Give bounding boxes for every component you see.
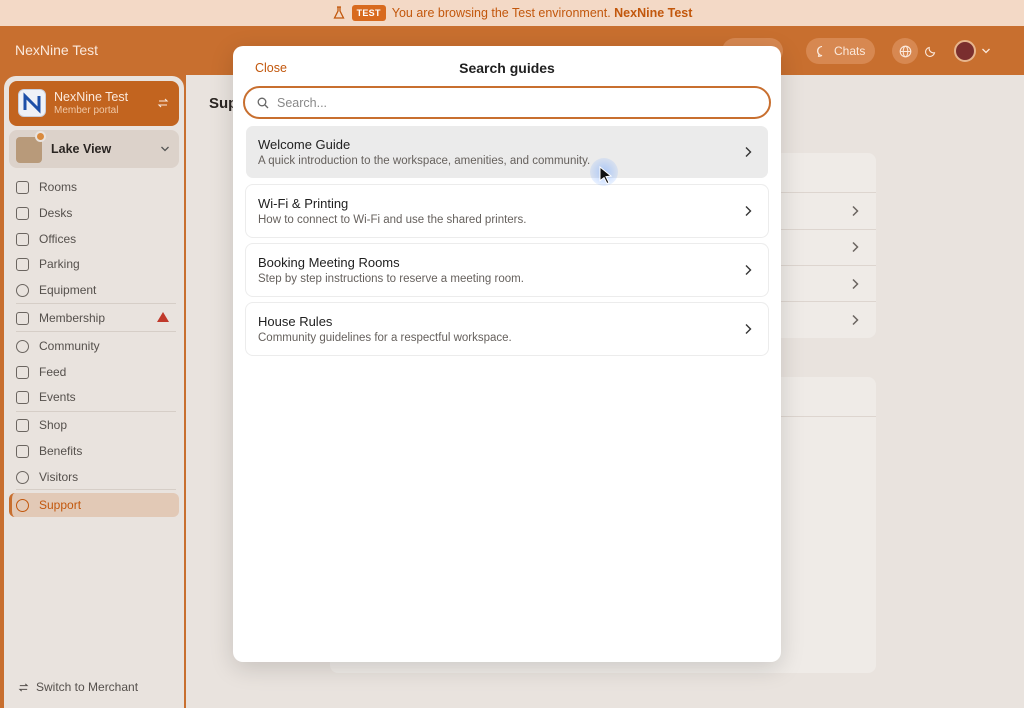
sidebar-item-rooms[interactable]: Rooms xyxy=(16,176,77,198)
nav-divider xyxy=(16,331,176,332)
modal-title: Search guides xyxy=(459,60,555,76)
search-field[interactable] xyxy=(243,86,771,119)
events-icon xyxy=(16,390,29,404)
org-subtitle: Member portal xyxy=(54,105,119,116)
guide-item-welcome[interactable]: Welcome Guide A quick introduction to th… xyxy=(246,126,768,178)
guide-title: Booking Meeting Rooms xyxy=(258,255,400,270)
nav-divider xyxy=(16,303,176,304)
equipment-icon xyxy=(16,283,29,297)
test-environment-banner: TEST You are browsing the Test environme… xyxy=(0,0,1024,26)
test-badge: TEST xyxy=(351,5,386,21)
chevron-right-icon xyxy=(745,265,752,275)
sidebar-item-shop[interactable]: Shop xyxy=(16,414,67,436)
sidebar-item-equipment[interactable]: Equipment xyxy=(16,279,96,301)
feed-icon xyxy=(16,365,29,379)
support-icon xyxy=(16,498,29,512)
chevron-right-icon xyxy=(745,147,752,157)
org-logo xyxy=(18,89,46,117)
guide-item-booking-meeting-rooms[interactable]: Booking Meeting Rooms Step by step instr… xyxy=(246,244,768,296)
user-avatar[interactable] xyxy=(954,40,976,62)
guide-description: How to connect to Wi-Fi and use the shar… xyxy=(258,214,527,226)
brand-name[interactable]: NexNine Test xyxy=(15,42,98,58)
chevron-right-icon xyxy=(745,324,752,334)
community-icon xyxy=(16,339,29,353)
chats-button[interactable]: Chats xyxy=(806,38,876,64)
shop-icon xyxy=(16,418,29,432)
chevron-right-icon[interactable] xyxy=(851,314,859,326)
moon-icon xyxy=(925,46,936,57)
membership-icon xyxy=(16,311,29,325)
desks-icon xyxy=(16,206,29,220)
search-guides-modal: Close Search guides Welcome Guide A quic… xyxy=(233,46,781,662)
nav-divider xyxy=(16,489,176,490)
parking-icon xyxy=(16,257,29,271)
guide-title: Wi-Fi & Printing xyxy=(258,196,349,211)
sidebar-item-desks[interactable]: Desks xyxy=(16,202,72,224)
banner-env-name: NexNine Test xyxy=(614,6,693,20)
sidebar-item-benefits[interactable]: Benefits xyxy=(16,440,82,462)
guide-item-house-rules[interactable]: House Rules Community guidelines for a r… xyxy=(246,303,768,355)
chats-icon xyxy=(816,45,823,57)
chevron-right-icon[interactable] xyxy=(851,278,859,290)
benefits-icon xyxy=(16,444,29,458)
offices-icon xyxy=(16,232,29,246)
swap-icon xyxy=(18,682,29,692)
guide-description: A quick introduction to the workspace, a… xyxy=(258,155,591,167)
guide-description: Step by step instructions to reserve a m… xyxy=(258,273,524,285)
search-input[interactable] xyxy=(277,95,757,110)
theme-toggle-button[interactable] xyxy=(918,38,944,64)
guide-description: Community guidelines for a respectful wo… xyxy=(258,332,512,344)
chevron-down-icon[interactable] xyxy=(981,47,991,55)
chevron-down-icon[interactable] xyxy=(160,145,170,153)
warning-icon xyxy=(157,312,169,322)
guide-title: Welcome Guide xyxy=(258,137,351,152)
rooms-icon xyxy=(16,180,29,194)
search-icon xyxy=(257,97,269,108)
sidebar-item-community[interactable]: Community xyxy=(16,335,100,357)
location-name: Lake View xyxy=(51,142,112,156)
switch-to-merchant-button[interactable]: Switch to Merchant xyxy=(18,680,138,694)
chevron-right-icon[interactable] xyxy=(851,205,859,217)
sidebar-item-parking[interactable]: Parking xyxy=(16,253,80,275)
visitors-icon xyxy=(16,470,29,484)
guide-item-wifi-printing[interactable]: Wi-Fi & Printing How to connect to Wi-Fi… xyxy=(246,185,768,237)
sidebar-item-visitors[interactable]: Visitors xyxy=(16,466,78,488)
flask-icon xyxy=(333,6,345,19)
org-name: NexNine Test xyxy=(54,90,129,104)
banner-message: You are browsing the Test environment. N… xyxy=(391,6,693,20)
sidebar-item-events[interactable]: Events xyxy=(16,386,76,408)
mouse-cursor-icon xyxy=(599,166,613,184)
chevron-right-icon xyxy=(745,206,752,216)
location-status-dot xyxy=(35,131,46,142)
chevron-right-icon[interactable] xyxy=(851,241,859,253)
language-button[interactable] xyxy=(892,38,918,64)
globe-icon xyxy=(899,45,911,57)
sidebar-item-support[interactable]: Support xyxy=(16,494,81,516)
guide-title: House Rules xyxy=(258,314,333,329)
nav-divider xyxy=(16,411,176,412)
chats-label: Chats xyxy=(834,44,866,58)
sidebar-item-feed[interactable]: Feed xyxy=(16,361,66,383)
swap-icon[interactable] xyxy=(157,97,169,109)
sidebar-item-offices[interactable]: Offices xyxy=(16,228,76,250)
sidebar-item-membership[interactable]: Membership xyxy=(16,307,105,329)
